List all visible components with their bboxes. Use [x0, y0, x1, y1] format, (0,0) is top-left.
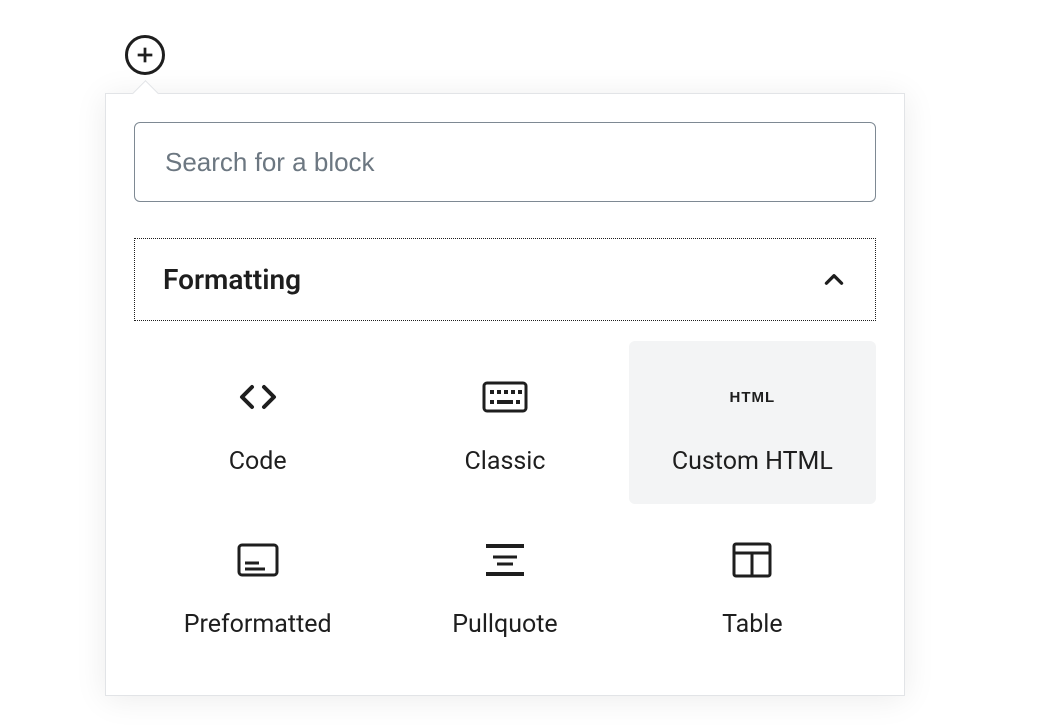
block-item-code[interactable]: Code — [134, 341, 381, 504]
block-item-table[interactable]: Table — [629, 504, 876, 667]
html-icon: HTML — [728, 373, 776, 421]
table-icon — [728, 536, 776, 584]
section-title: Formatting — [163, 263, 301, 296]
block-item-pullquote[interactable]: Pullquote — [381, 504, 628, 667]
pullquote-icon — [481, 536, 529, 584]
block-inserter-popover: Formatting Code — [105, 93, 905, 696]
search-input[interactable] — [134, 122, 876, 202]
section-header-formatting[interactable]: Formatting — [134, 238, 876, 321]
block-label: Preformatted — [184, 610, 332, 639]
block-label: Pullquote — [452, 610, 557, 639]
keyboard-icon — [481, 373, 529, 421]
plus-icon — [134, 44, 156, 66]
add-block-button[interactable] — [125, 35, 165, 75]
block-item-custom-html[interactable]: HTML Custom HTML — [629, 341, 876, 504]
blocks-grid: Code Classic HTML — [134, 341, 876, 667]
block-item-classic[interactable]: Classic — [381, 341, 628, 504]
chevron-up-icon — [821, 267, 847, 293]
preformatted-icon — [234, 536, 282, 584]
block-label: Table — [722, 610, 783, 639]
block-item-preformatted[interactable]: Preformatted — [134, 504, 381, 667]
code-icon — [234, 373, 282, 421]
block-label: Code — [229, 447, 287, 476]
block-label: Custom HTML — [672, 447, 833, 476]
block-label: Classic — [465, 447, 546, 476]
